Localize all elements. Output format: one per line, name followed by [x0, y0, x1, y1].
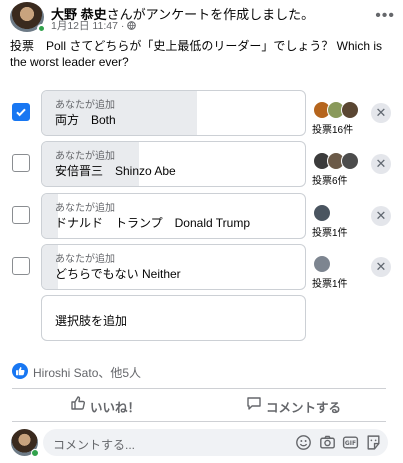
online-status-dot	[37, 24, 46, 33]
gif-icon[interactable]: GIF	[342, 434, 359, 451]
comment-bubble-icon	[247, 397, 261, 410]
close-icon[interactable]: ✕	[371, 154, 391, 174]
vote-count[interactable]: 投票1件	[312, 224, 348, 239]
option-label: 両方 Both	[55, 113, 116, 127]
author-action-text: さんがアンケートを作成しました。	[106, 7, 315, 22]
camera-icon[interactable]	[319, 434, 336, 451]
thumbs-up-icon	[12, 363, 28, 379]
option-checkbox[interactable]	[12, 103, 30, 121]
sticker-icon[interactable]	[365, 434, 382, 451]
option-checkbox[interactable]	[12, 257, 30, 275]
vote-count[interactable]: 投票6件	[312, 172, 348, 187]
reactions-text: Hiroshi Sato、他5人	[33, 366, 142, 380]
poll-option: あなたが追加 安倍晋三 Shinzo Abe 投票6件 ✕	[12, 141, 395, 187]
comment-placeholder: コメントする...	[53, 438, 136, 452]
option-label: どちらでもない Neither	[55, 267, 181, 281]
option-checkbox[interactable]	[12, 206, 30, 224]
vote-count[interactable]: 投票16件	[312, 121, 353, 136]
add-choice-input[interactable]: 選択肢を追加	[41, 295, 306, 341]
voter-avatar	[341, 152, 359, 170]
comment-label: コメントする	[266, 401, 342, 415]
more-horizontal-icon[interactable]: •••	[375, 8, 395, 24]
voter-avatar	[313, 255, 331, 273]
comment-input[interactable]: コメントする... GIF	[43, 429, 388, 456]
poll-option: あなたが追加 どちらでもない Neither 投票1件 ✕	[12, 244, 395, 290]
option-label: 安倍晋三 Shinzo Abe	[55, 164, 176, 178]
emoji-icon[interactable]	[295, 434, 312, 451]
globe-icon	[127, 21, 137, 33]
post-meta: 1月12日 11:47 ·	[51, 18, 137, 33]
divider	[12, 421, 386, 422]
option-added-by: あなたが追加	[55, 151, 115, 162]
option-button[interactable]: あなたが追加 どちらでもない Neither	[41, 244, 306, 290]
online-status-dot	[31, 449, 39, 457]
option-button[interactable]: あなたが追加 安倍晋三 Shinzo Abe	[41, 141, 306, 187]
post-header: 大野 恭史さんがアンケートを作成しました。 1月12日 11:47 · •••	[10, 2, 395, 33]
poll-option: あなたが追加 両方 Both 投票16件 ✕	[12, 90, 395, 136]
poll-option: あなたが追加 ドナルド トランプ Donald Trump 投票1件 ✕	[12, 193, 395, 239]
close-icon[interactable]: ✕	[371, 206, 391, 226]
option-added-by: あなたが追加	[55, 100, 115, 111]
option-added-by: あなたが追加	[55, 203, 115, 214]
option-button[interactable]: あなたが追加 両方 Both	[41, 90, 306, 136]
svg-text:GIF: GIF	[345, 440, 356, 447]
voter-avatar	[341, 101, 359, 119]
divider	[12, 388, 386, 389]
option-checkbox[interactable]	[12, 154, 30, 172]
close-icon[interactable]: ✕	[371, 257, 391, 277]
close-icon[interactable]: ✕	[371, 103, 391, 123]
vote-count[interactable]: 投票1件	[312, 275, 348, 290]
thumbs-up-outline-icon	[71, 396, 86, 410]
voter-avatar	[313, 204, 331, 222]
option-label: ドナルド トランプ Donald Trump	[55, 216, 251, 230]
poll-question: 投票 Poll さてどちらが「史上最低のリーダー」でしょう？ Which is …	[10, 39, 383, 69]
post-date[interactable]: 1月12日 11:47 ·	[51, 20, 127, 32]
option-added-by: あなたが追加	[55, 254, 115, 265]
like-label: いいね！	[90, 401, 141, 415]
option-button[interactable]: あなたが追加 ドナルド トランプ Donald Trump	[41, 193, 306, 239]
checkmark-icon	[16, 108, 26, 117]
